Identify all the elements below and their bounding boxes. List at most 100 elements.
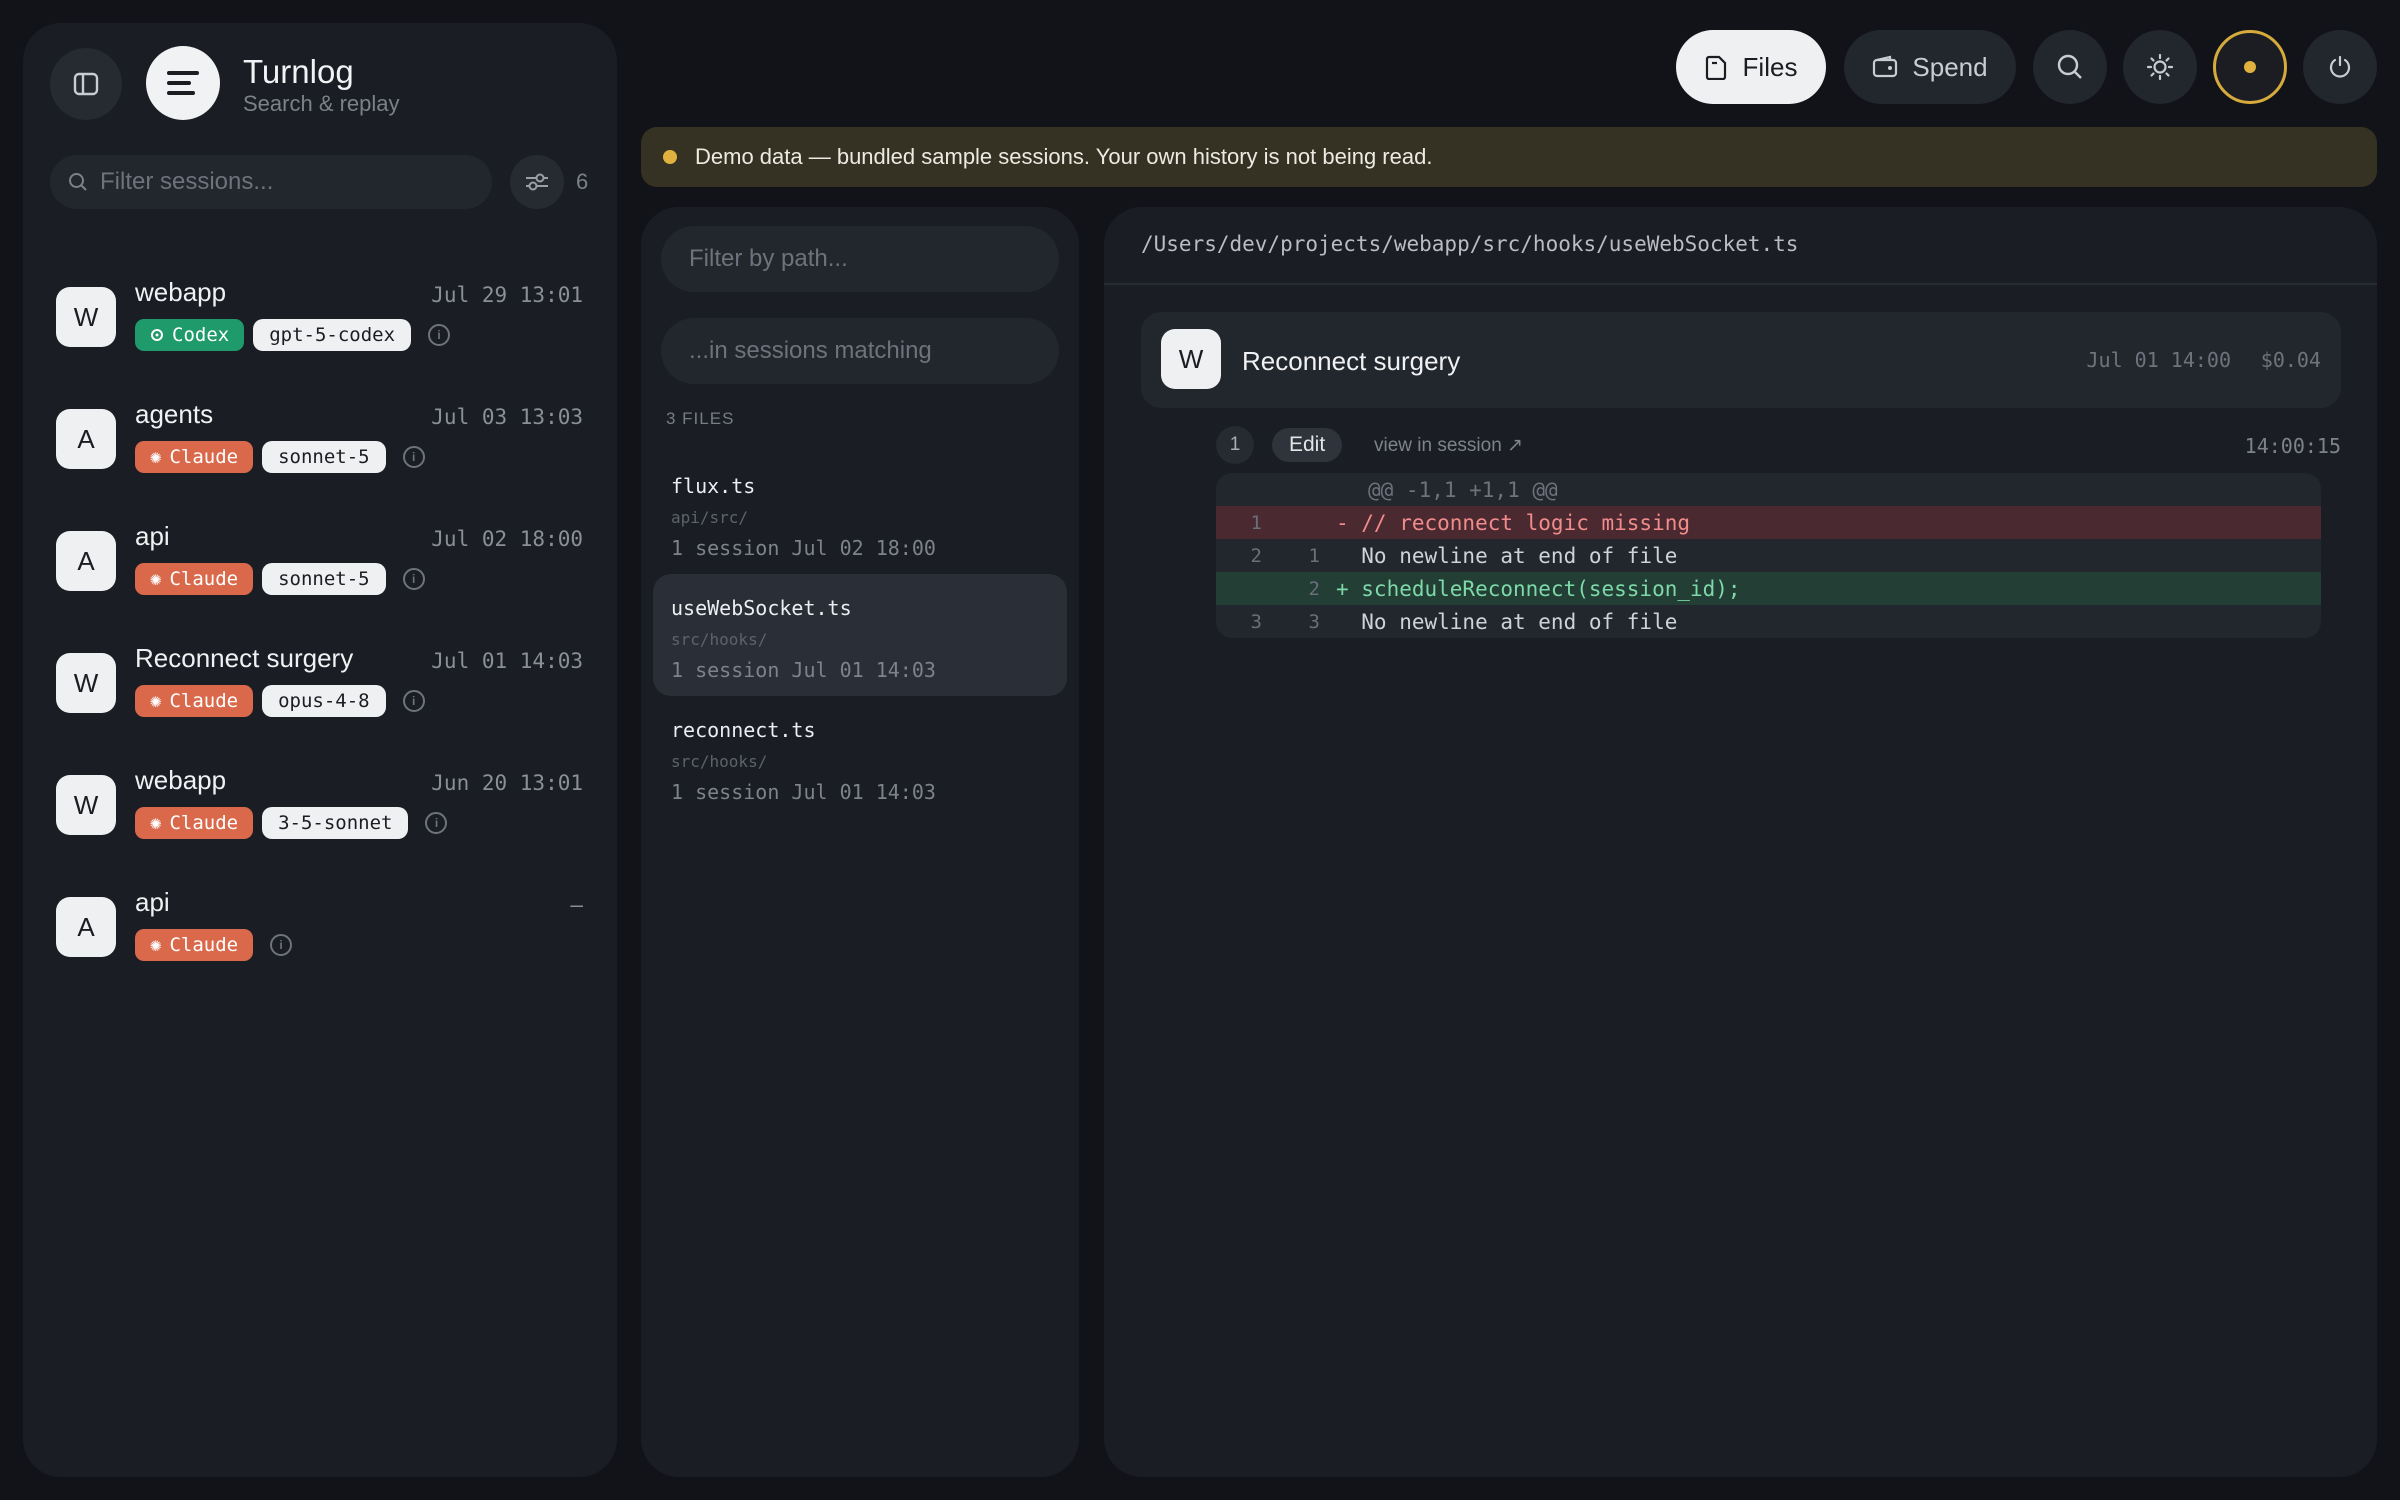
agent-label: Codex	[172, 324, 230, 346]
info-icon[interactable]: i	[402, 568, 425, 590]
info-icon[interactable]: i	[425, 812, 448, 834]
status-button[interactable]	[2213, 30, 2287, 104]
file-name: flux.ts	[671, 474, 756, 498]
session-filter-input[interactable]	[100, 168, 460, 196]
sliders-icon	[526, 173, 548, 191]
model-badge: 3-5-sonnet	[262, 807, 409, 839]
session-time: Jun 20 13:01	[431, 771, 583, 795]
session-name: agents	[135, 399, 214, 429]
info-icon[interactable]: i	[428, 324, 451, 346]
file-list: flux.ts api/src/ 1 session Jul 02 18:00 …	[653, 452, 1067, 818]
edit-badge: Edit	[1272, 428, 1343, 462]
warning-dot-icon	[663, 150, 677, 164]
session-title: Reconnect surgery	[1242, 346, 1461, 376]
old-line-number: 1	[1250, 511, 1262, 534]
claude-burst-icon: ✺	[150, 568, 162, 590]
power-icon	[2329, 55, 2351, 78]
edit-header: 1 Edit view in session ↗ 14:00:15	[1216, 422, 2341, 466]
info-icon[interactable]: i	[402, 690, 425, 712]
new-line-number: 3	[1308, 610, 1320, 633]
app-title: Turnlog	[243, 53, 354, 90]
session-item[interactable]: W webapp Jul 29 13:01 Codex gpt-5-codex …	[23, 263, 617, 385]
file-item[interactable]: reconnect.ts src/hooks/ 1 session Jul 01…	[653, 696, 1067, 818]
edit-time: 14:00:15	[2244, 434, 2341, 458]
session-match-filter[interactable]	[661, 318, 1059, 384]
session-item[interactable]: A agents Jul 03 13:03 ✺ Claude sonnet-5 …	[23, 385, 617, 507]
session-avatar: A	[56, 531, 116, 591]
session-item[interactable]: A api – ✺ Claude i	[23, 873, 617, 995]
session-time: Jul 01 14:00	[2086, 348, 2232, 372]
app-logo[interactable]	[146, 46, 220, 120]
session-avatar: A	[56, 409, 116, 469]
filter-options-button[interactable]	[510, 155, 564, 209]
session-name: Reconnect surgery	[135, 643, 354, 673]
sidebar-panel-icon	[73, 72, 99, 96]
theme-toggle-button[interactable]	[2123, 30, 2197, 104]
agent-badge: Codex	[135, 319, 245, 351]
diff-line-context: 2 1 No newline at end of file	[1216, 539, 2321, 572]
spend-button[interactable]: Spend	[1844, 30, 2016, 104]
file-dir: src/hooks/	[671, 752, 768, 771]
agent-label: Claude	[169, 568, 239, 590]
diff-code: No newline at end of file	[1336, 609, 1678, 634]
agent-badge: ✺ Claude	[135, 929, 254, 961]
path-filter[interactable]	[661, 226, 1059, 292]
old-line-number: 3	[1250, 610, 1262, 633]
view-in-session-link[interactable]: view in session ↗	[1374, 434, 1523, 457]
info-icon[interactable]: i	[402, 446, 425, 468]
session-filter[interactable]	[50, 155, 492, 209]
edit-number: 1	[1216, 426, 1254, 464]
session-name: api	[135, 887, 170, 917]
search-icon	[2057, 54, 2082, 79]
session-time: Jul 02 18:00	[431, 527, 583, 551]
session-avatar: A	[56, 897, 116, 957]
sidebar-toggle-button[interactable]	[50, 48, 122, 120]
search-button[interactable]	[2033, 30, 2107, 104]
files-button[interactable]: Files	[1676, 30, 1826, 104]
diff-line-added: 2 + scheduleReconnect(session_id);	[1216, 572, 2321, 605]
session-avatar: W	[1161, 329, 1221, 389]
info-icon[interactable]: i	[270, 934, 293, 956]
session-item[interactable]: A api Jul 02 18:00 ✺ Claude sonnet-5 i	[23, 507, 617, 629]
diff-code: No newline at end of file	[1336, 543, 1678, 568]
file-path: /Users/dev/projects/webapp/src/hooks/use…	[1141, 232, 1799, 256]
session-name: webapp	[135, 765, 227, 795]
menu-icon	[167, 71, 199, 95]
session-item[interactable]: W Reconnect surgery Jul 01 14:03 ✺ Claud…	[23, 629, 617, 751]
file-meta: 1 session Jul 01 14:03	[671, 780, 936, 804]
model-badge: sonnet-5	[262, 563, 386, 595]
claude-burst-icon: ✺	[150, 446, 162, 468]
session-avatar: W	[56, 653, 116, 713]
session-cost: $0.04	[2260, 348, 2321, 372]
path-filter-input[interactable]	[689, 245, 1029, 273]
files-panel: 3 FILES flux.ts api/src/ 1 session Jul 0…	[641, 207, 1079, 1477]
agent-badge: ✺ Claude	[135, 685, 254, 717]
file-item-selected[interactable]: useWebSocket.ts src/hooks/ 1 session Jul…	[653, 574, 1067, 696]
session-time: Jul 03 13:03	[431, 405, 583, 429]
power-button[interactable]	[2303, 30, 2377, 104]
file-item[interactable]: flux.ts api/src/ 1 session Jul 02 18:00	[653, 452, 1067, 574]
model-badge: sonnet-5	[262, 441, 386, 473]
session-time: Jul 01 14:03	[431, 649, 583, 673]
status-dot-icon	[2244, 61, 2256, 73]
session-time: Jul 29 13:01	[431, 283, 583, 307]
file-name: useWebSocket.ts	[671, 596, 852, 620]
diff-code: @@ -1,1 +1,1 @@	[1368, 477, 1558, 502]
claude-burst-icon: ✺	[150, 934, 162, 956]
codex-icon	[151, 329, 163, 341]
session-card[interactable]: W Reconnect surgery Jul 01 14:00 $0.04	[1141, 312, 2341, 408]
divider	[1104, 283, 2377, 285]
spend-label: Spend	[1912, 51, 1988, 82]
agent-label: Claude	[169, 934, 239, 956]
session-avatar: W	[56, 775, 116, 835]
file-meta: 1 session Jul 01 14:03	[671, 658, 936, 682]
sun-icon	[2146, 53, 2174, 81]
session-match-input[interactable]	[689, 337, 1029, 365]
app-subtitle: Search & replay	[243, 91, 400, 116]
diff-code: + scheduleReconnect(session_id);	[1336, 576, 1741, 601]
wallet-icon	[1873, 55, 1898, 78]
agent-label: Claude	[169, 690, 239, 712]
session-list: W webapp Jul 29 13:01 Codex gpt-5-codex …	[23, 263, 617, 995]
session-name: webapp	[135, 277, 227, 307]
session-item[interactable]: W webapp Jun 20 13:01 ✺ Claude 3-5-sonne…	[23, 751, 617, 873]
